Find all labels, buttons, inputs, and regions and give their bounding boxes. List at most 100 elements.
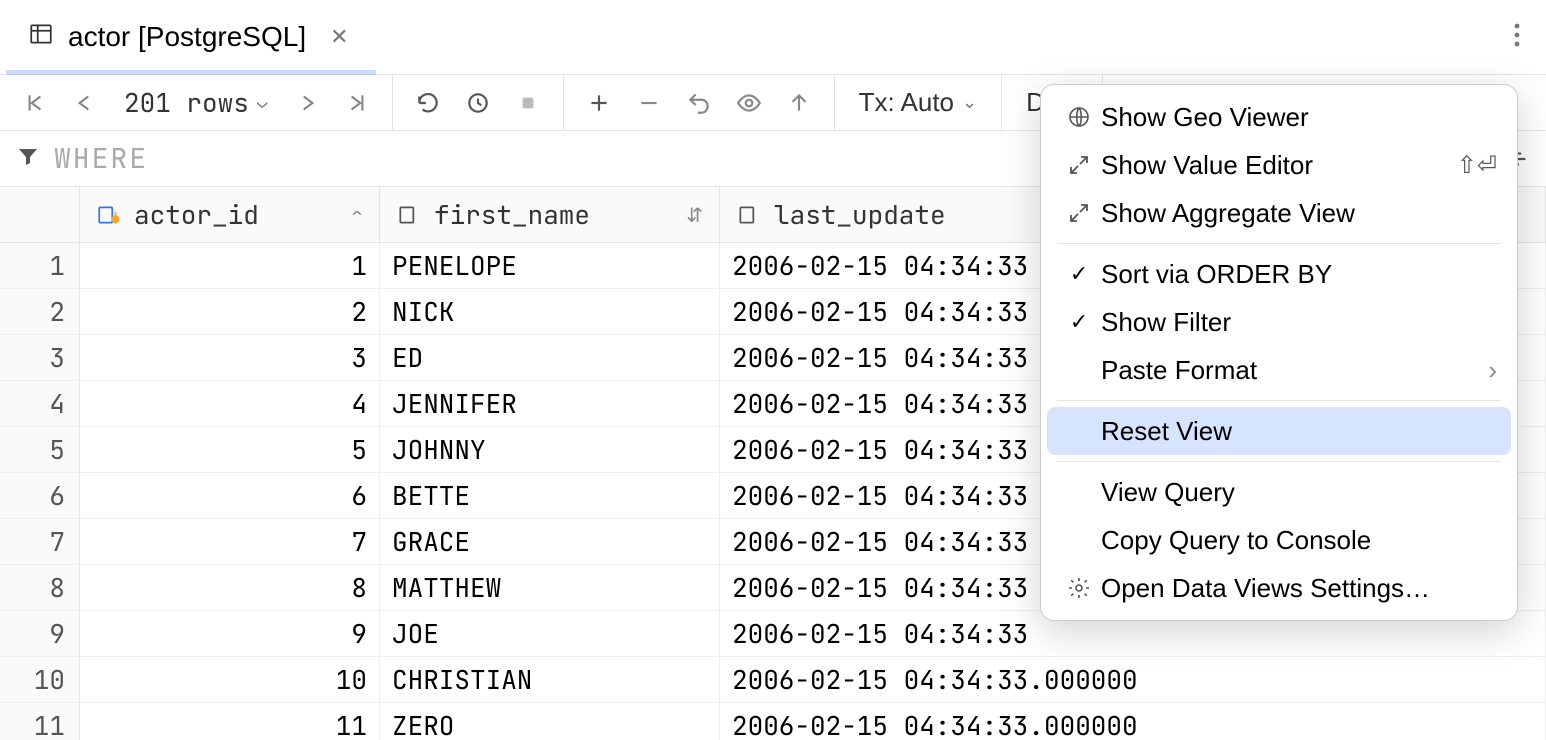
- row-number[interactable]: 5: [0, 427, 80, 472]
- submit-button[interactable]: [778, 82, 820, 124]
- row-number-header[interactable]: [0, 187, 80, 242]
- cell-actor-id[interactable]: 6: [80, 473, 380, 518]
- table-row[interactable]: 1111ZERO2006-02-15 04:34:33.000000: [0, 703, 1546, 740]
- menu-sort-order-by[interactable]: ✓ Sort via ORDER BY: [1047, 250, 1511, 298]
- gear-icon: [1061, 576, 1097, 600]
- tab-actor[interactable]: actor [PostgreSQL] ✕: [6, 0, 371, 74]
- row-number[interactable]: 9: [0, 611, 80, 656]
- sort-toggle-icon: ⇵: [686, 202, 703, 228]
- menu-paste-format[interactable]: Paste Format ›: [1047, 346, 1511, 394]
- cell-actor-id[interactable]: 10: [80, 657, 380, 702]
- row-number[interactable]: 4: [0, 381, 80, 426]
- cell-actor-id[interactable]: 3: [80, 335, 380, 380]
- revert-button[interactable]: [678, 82, 720, 124]
- column-icon: [396, 202, 422, 228]
- row-number[interactable]: 7: [0, 519, 80, 564]
- menu-reset-view[interactable]: Reset View: [1047, 407, 1511, 455]
- column-name: actor_id: [134, 197, 259, 232]
- menu-view-query[interactable]: View Query: [1047, 468, 1511, 516]
- filter-placeholder: WHERE: [54, 140, 148, 177]
- remove-row-button[interactable]: [628, 82, 670, 124]
- editor-tab-bar: actor [PostgreSQL] ✕: [0, 0, 1546, 75]
- cell-first-name[interactable]: NICK: [380, 289, 720, 334]
- close-icon[interactable]: ✕: [330, 24, 348, 50]
- cell-actor-id[interactable]: 7: [80, 519, 380, 564]
- cell-first-name[interactable]: MATTHEW: [380, 565, 720, 610]
- tab-title: actor [PostgreSQL]: [68, 21, 306, 53]
- menu-label: Open Data Views Settings…: [1101, 573, 1497, 604]
- cell-first-name[interactable]: JOE: [380, 611, 720, 656]
- cell-actor-id[interactable]: 4: [80, 381, 380, 426]
- menu-show-value-editor[interactable]: Show Value Editor ⇧⏎: [1047, 141, 1511, 189]
- cell-first-name[interactable]: CHRISTIAN: [380, 657, 720, 702]
- last-page-button[interactable]: [336, 82, 378, 124]
- cell-first-name[interactable]: JOHNNY: [380, 427, 720, 472]
- globe-icon: [1061, 105, 1097, 129]
- menu-show-filter[interactable]: ✓ Show Filter: [1047, 298, 1511, 346]
- cell-first-name[interactable]: BETTE: [380, 473, 720, 518]
- tx-mode-dropdown[interactable]: Tx: Auto ⌄: [849, 87, 987, 118]
- tx-mode-label: Tx: Auto: [859, 87, 954, 118]
- row-number[interactable]: 8: [0, 565, 80, 610]
- prev-page-button[interactable]: [64, 82, 106, 124]
- menu-label: View Query: [1101, 477, 1497, 508]
- check-icon: ✓: [1061, 309, 1097, 335]
- cell-actor-id[interactable]: 11: [80, 703, 380, 740]
- row-count-dropdown[interactable]: 201 rows ⌄: [114, 85, 278, 120]
- cell-actor-id[interactable]: 8: [80, 565, 380, 610]
- cell-last-update[interactable]: 2006-02-15 04:34:33.000000: [720, 657, 1546, 702]
- menu-open-data-views-settings[interactable]: Open Data Views Settings…: [1047, 564, 1511, 612]
- filter-icon: [16, 144, 40, 173]
- row-number[interactable]: 2: [0, 289, 80, 334]
- cell-first-name[interactable]: JENNIFER: [380, 381, 720, 426]
- cell-first-name[interactable]: PENELOPE: [380, 243, 720, 288]
- tab-active-indicator: [6, 70, 376, 75]
- menu-label: Sort via ORDER BY: [1101, 259, 1497, 290]
- row-count-label: 201 rows: [124, 85, 249, 120]
- column-name: last_update: [774, 197, 946, 232]
- menu-copy-query-to-console[interactable]: Copy Query to Console: [1047, 516, 1511, 564]
- menu-show-geo-viewer[interactable]: Show Geo Viewer: [1047, 93, 1511, 141]
- cell-actor-id[interactable]: 9: [80, 611, 380, 656]
- menu-label: Show Value Editor: [1101, 150, 1453, 181]
- first-page-button[interactable]: [14, 82, 56, 124]
- menu-shortcut: ⇧⏎: [1457, 151, 1497, 180]
- row-number[interactable]: 1: [0, 243, 80, 288]
- table-row[interactable]: 1010CHRISTIAN2006-02-15 04:34:33.000000: [0, 657, 1546, 703]
- reload-button[interactable]: [407, 82, 449, 124]
- menu-label: Copy Query to Console: [1101, 525, 1497, 556]
- cell-first-name[interactable]: GRACE: [380, 519, 720, 564]
- stop-button[interactable]: [507, 82, 549, 124]
- key-column-icon: [96, 202, 122, 228]
- column-header-first-name[interactable]: first_name ⇵: [380, 187, 720, 242]
- history-button[interactable]: [457, 82, 499, 124]
- row-number[interactable]: 10: [0, 657, 80, 702]
- cell-last-update[interactable]: 2006-02-15 04:34:33.000000: [720, 703, 1546, 740]
- menu-separator: [1057, 461, 1501, 462]
- menu-show-aggregate-view[interactable]: Show Aggregate View: [1047, 189, 1511, 237]
- row-number[interactable]: 11: [0, 703, 80, 740]
- menu-label: Show Geo Viewer: [1101, 102, 1497, 133]
- cell-actor-id[interactable]: 1: [80, 243, 380, 288]
- table-icon: [28, 21, 54, 54]
- next-page-button[interactable]: [286, 82, 328, 124]
- column-header-actor-id[interactable]: actor_id ⌃: [80, 187, 380, 242]
- menu-separator: [1057, 400, 1501, 401]
- cell-first-name[interactable]: ZERO: [380, 703, 720, 740]
- row-number[interactable]: 3: [0, 335, 80, 380]
- tab-options-button[interactable]: [1494, 22, 1540, 53]
- menu-separator: [1057, 243, 1501, 244]
- row-number[interactable]: 6: [0, 473, 80, 518]
- cell-actor-id[interactable]: 2: [80, 289, 380, 334]
- sort-asc-icon: ⌃: [351, 202, 363, 228]
- preview-button[interactable]: [728, 82, 770, 124]
- cell-actor-id[interactable]: 5: [80, 427, 380, 472]
- column-name: first_name: [434, 197, 590, 232]
- expand-icon: [1061, 201, 1097, 225]
- add-row-button[interactable]: [578, 82, 620, 124]
- cell-first-name[interactable]: ED: [380, 335, 720, 380]
- check-icon: ✓: [1061, 261, 1097, 287]
- expand-icon: [1061, 153, 1097, 177]
- menu-label: Paste Format: [1101, 355, 1484, 386]
- menu-label: Reset View: [1101, 416, 1497, 447]
